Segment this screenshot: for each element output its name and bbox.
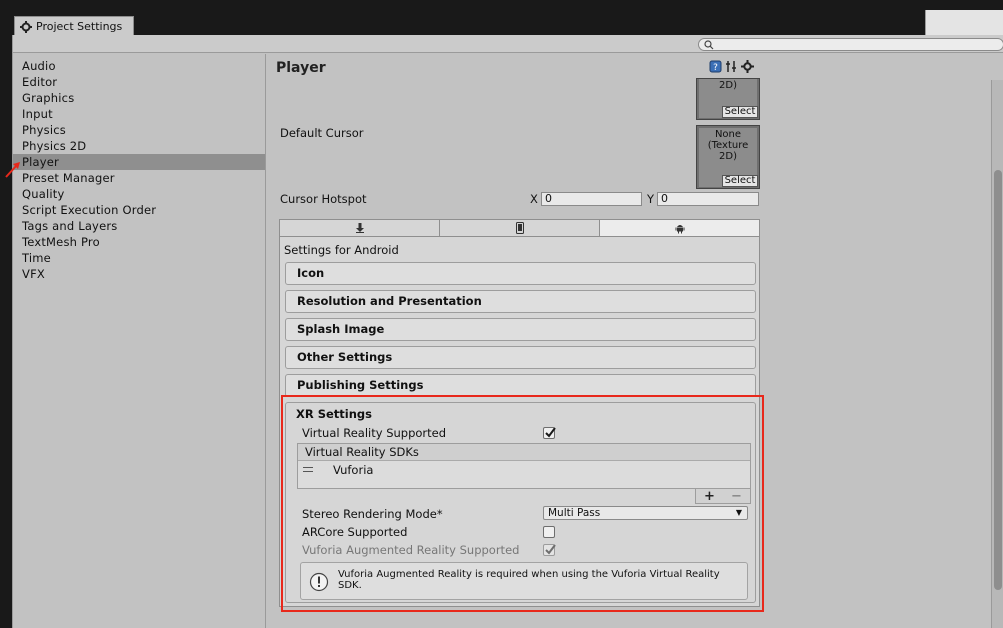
scrollbar-thumb[interactable] [994,170,1002,590]
sidebar-item-input[interactable]: Input [13,106,265,122]
red-highlight-frame [281,395,764,612]
section-icon[interactable]: Icon [285,262,756,285]
search-input[interactable] [698,38,1003,51]
inspector-header-icons: ? [709,60,754,73]
help-book-icon[interactable]: ? [709,60,722,73]
gear-icon [20,20,32,33]
tab-project-settings[interactable]: Project Settings [14,16,134,36]
texture-caption-line1: None [714,129,742,140]
red-arrow-annotation [5,162,20,178]
android-icon [675,224,684,233]
download-icon [355,223,364,233]
tab-title: Project Settings [36,20,123,33]
default-cursor-select-button[interactable]: Select [722,175,758,187]
settings-sidebar: Audio Editor Graphics Input Physics Phys… [13,54,266,628]
platform-tabs [279,219,760,237]
texture-caption-line3: 2D) [719,151,737,162]
tab-ios[interactable] [440,220,600,236]
section-publishing-settings[interactable]: Publishing Settings [285,374,756,397]
svg-text:?: ? [713,63,718,73]
sidebar-item-physics-2d[interactable]: Physics 2D [13,138,265,154]
sidebar-item-audio[interactable]: Audio [13,58,265,74]
texture-caption-line2: (Texture [707,140,749,151]
gear-icon[interactable] [741,60,754,73]
sidebar-item-physics[interactable]: Physics [13,122,265,138]
page-title: Player [276,60,326,76]
hotspot-x-label: X [530,192,538,206]
hotspot-y-field[interactable]: 0 [657,192,759,206]
sidebar-item-player[interactable]: Player [13,154,265,170]
tab-standalone[interactable] [280,220,440,236]
inspector-scrollbar[interactable] [991,80,1003,628]
sidebar-item-tags-and-layers[interactable]: Tags and Layers [13,218,265,234]
sidebar-item-editor[interactable]: Editor [13,74,265,90]
sidebar-item-graphics[interactable]: Graphics [13,90,265,106]
sidebar-item-vfx[interactable]: VFX [13,266,265,282]
window-background [925,10,1003,36]
hotspot-y-label: Y [647,192,655,206]
search-bar [13,35,1003,53]
section-resolution-presentation[interactable]: Resolution and Presentation [285,290,756,313]
sidebar-item-preset-manager[interactable]: Preset Manager [13,170,265,186]
preset-sliders-icon[interactable] [725,60,738,73]
default-cursor-label: Default Cursor [280,126,364,140]
search-icon [704,40,714,50]
cursor-hotspot-label: Cursor Hotspot [280,192,367,206]
section-other-settings[interactable]: Other Settings [285,346,756,369]
tab-android[interactable] [600,220,759,236]
settings-for-platform: Settings for Android [284,243,399,257]
icon-texture-slot[interactable]: 2D) Select [696,78,760,120]
sidebar-item-time[interactable]: Time [13,250,265,266]
window-titlebar [0,0,1003,36]
sidebar-item-textmesh-pro[interactable]: TextMesh Pro [13,234,265,250]
default-cursor-slot[interactable]: None (Texture 2D) Select [696,125,760,189]
texture-caption: 2D) [719,80,737,91]
phone-icon [515,222,524,234]
hotspot-x-field[interactable]: 0 [541,192,642,206]
section-splash-image[interactable]: Splash Image [285,318,756,341]
icon-texture-select-button[interactable]: Select [722,106,758,118]
sidebar-item-script-execution-order[interactable]: Script Execution Order [13,202,265,218]
sidebar-item-quality[interactable]: Quality [13,186,265,202]
